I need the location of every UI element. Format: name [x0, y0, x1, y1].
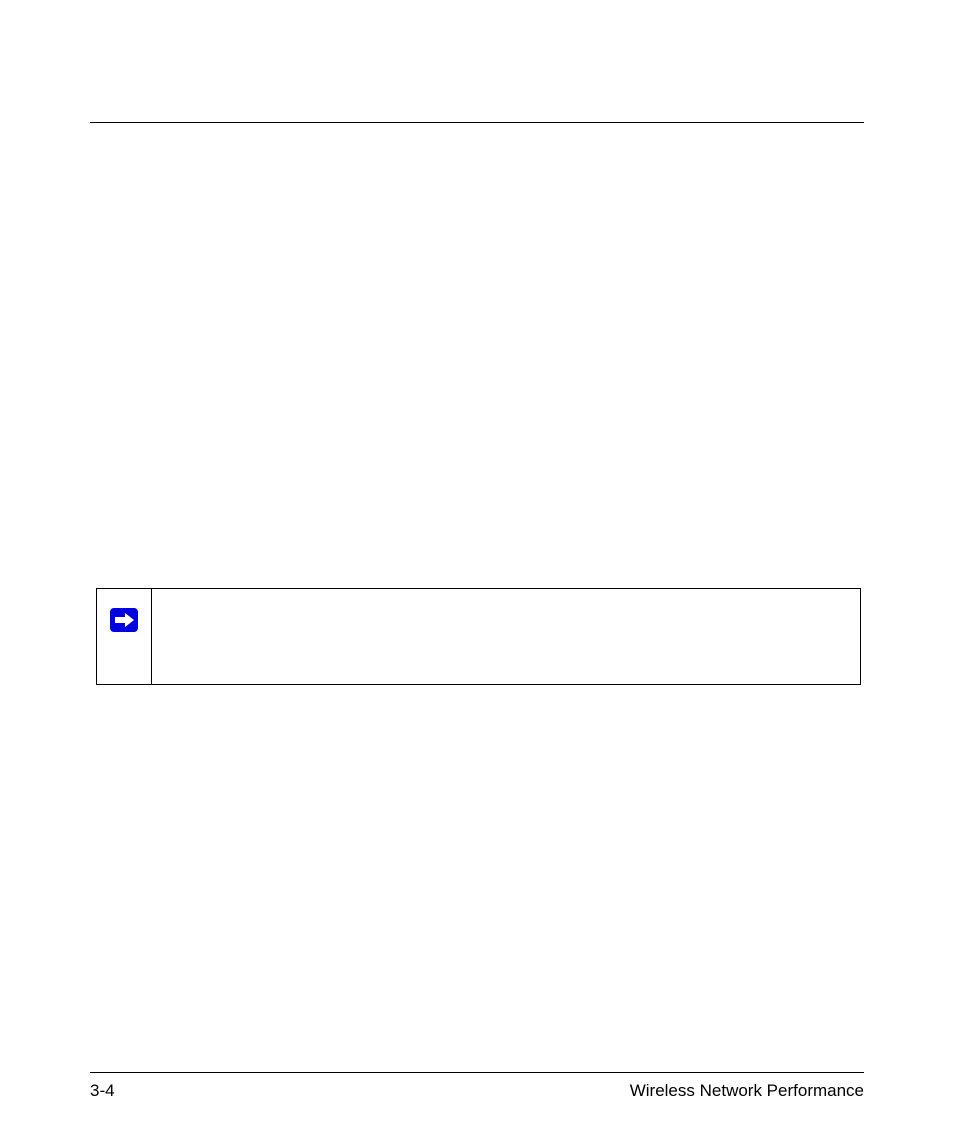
arrow-right-icon — [109, 607, 139, 633]
note-icon-cell — [97, 589, 152, 684]
note-callout-box — [96, 588, 861, 685]
document-page: 3-4 Wireless Network Performance — [0, 0, 954, 1145]
footer-section-title: Wireless Network Performance — [630, 1081, 864, 1101]
page-footer: 3-4 Wireless Network Performance — [90, 1081, 864, 1101]
page-number: 3-4 — [90, 1081, 115, 1101]
top-horizontal-rule — [90, 122, 864, 123]
bottom-horizontal-rule — [90, 1072, 864, 1073]
note-content-cell — [152, 589, 860, 684]
